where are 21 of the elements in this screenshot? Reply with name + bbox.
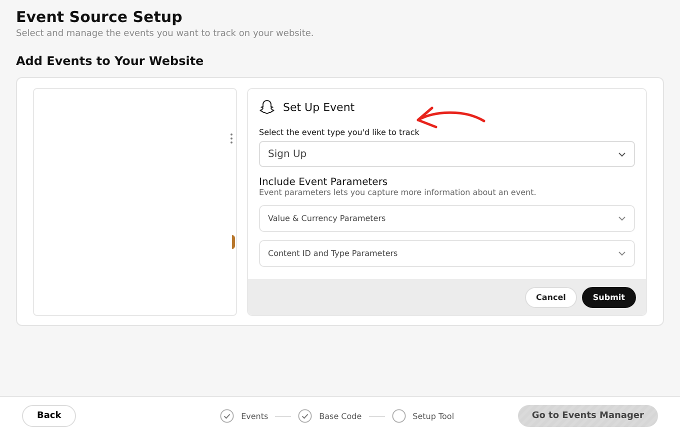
section-title: Add Events to Your Website — [16, 54, 205, 68]
parameter-accordion[interactable]: Value & Currency Parameters — [259, 205, 635, 232]
chevron-icon — [618, 216, 626, 221]
event-type-select[interactable]: Sign Up — [259, 141, 635, 167]
kebab-menu-icon[interactable] — [230, 133, 233, 144]
chevron-down-icon — [618, 152, 626, 156]
panel-title: Set Up Event — [283, 100, 355, 114]
ghost-icon — [259, 99, 275, 115]
step-label: Setup Tool — [412, 412, 454, 420]
page-subtitle: Select and manage the events you want to track on your website. — [16, 29, 315, 39]
parameters-heading: Include Event Parameters — [259, 177, 389, 188]
submit-button[interactable]: Submit — [582, 286, 636, 308]
back-button[interactable]: Back — [22, 405, 76, 427]
step-label: Base Code — [319, 412, 362, 420]
page-title: Event Source Setup — [16, 8, 184, 26]
step-label: Events — [241, 412, 268, 420]
cancel-button[interactable]: Cancel — [525, 286, 577, 308]
chevron-icon — [618, 251, 626, 256]
field-label: Select the event type you'd like to track — [259, 128, 420, 137]
parameter-accordion[interactable]: Content ID and Type Parameters — [259, 240, 635, 267]
parameters-description: Event parameters lets you capture more information about an event. — [259, 188, 538, 197]
